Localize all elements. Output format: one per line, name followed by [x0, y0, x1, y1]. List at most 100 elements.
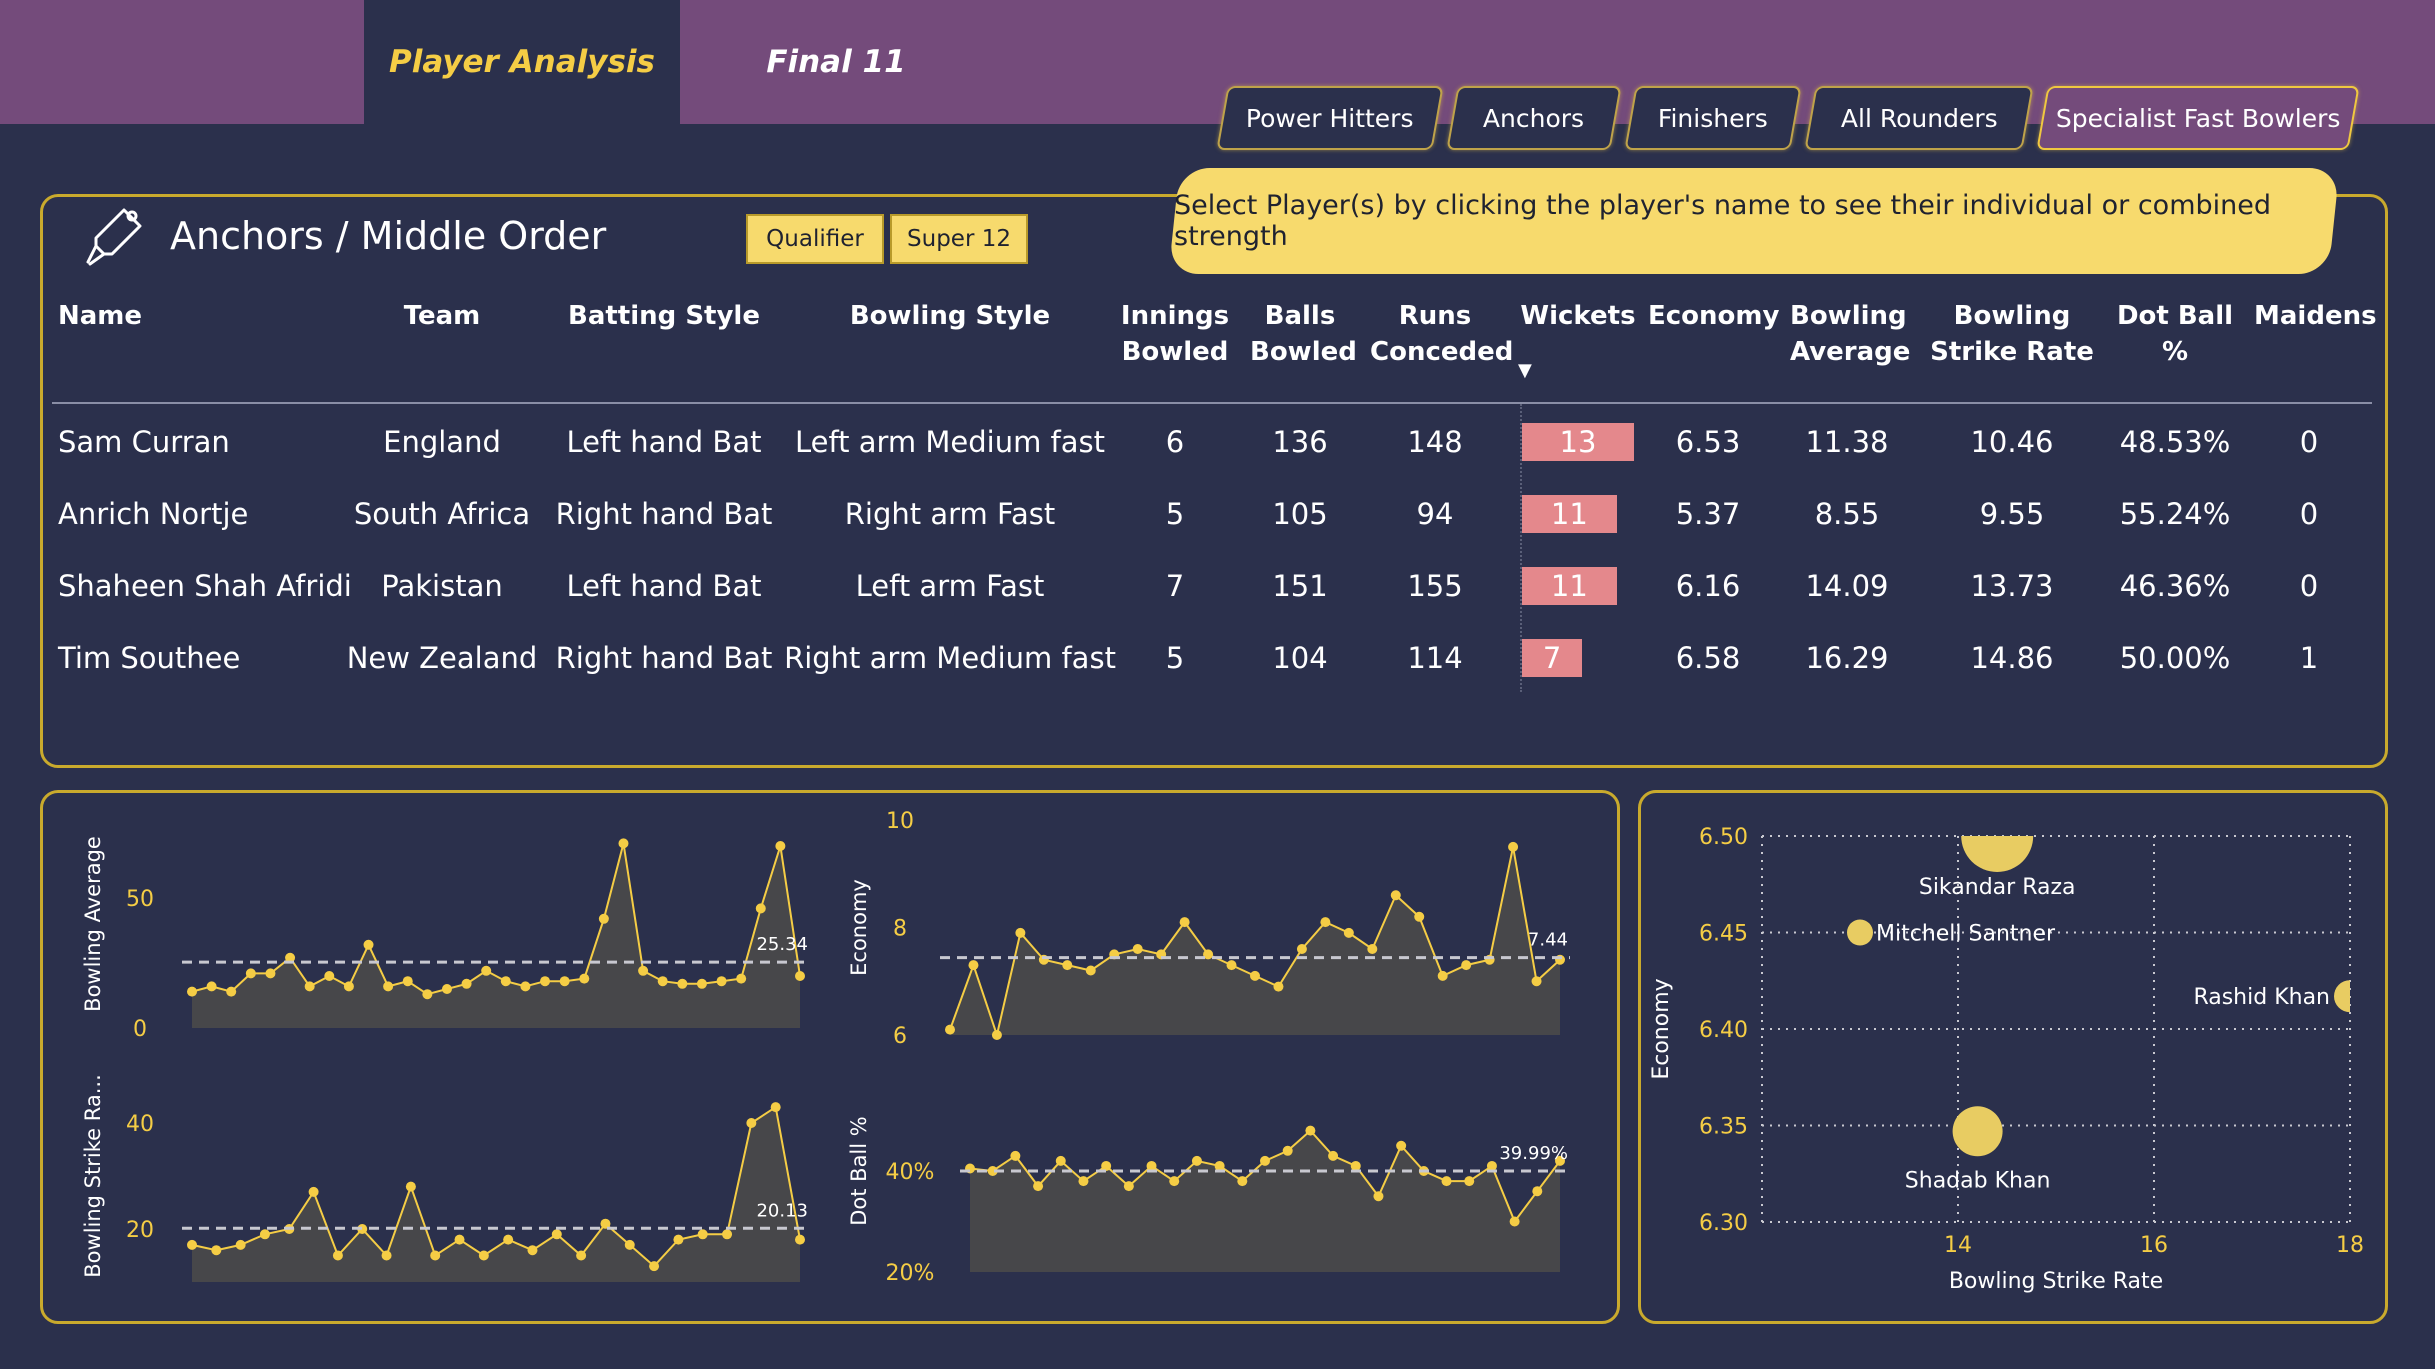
data-point [1508, 841, 1519, 852]
data-point [624, 1239, 635, 1250]
data-point [551, 1229, 562, 1240]
data-point [454, 1234, 465, 1245]
data-point [226, 986, 237, 997]
data-point [1237, 1176, 1248, 1187]
data-point [657, 976, 668, 987]
data-point [598, 913, 609, 924]
average-label: 25.34 [756, 934, 808, 955]
data-point [1101, 1160, 1112, 1171]
data-point [1085, 965, 1096, 976]
data-point [716, 976, 727, 987]
data-point [259, 1229, 270, 1240]
data-point [1282, 1145, 1293, 1156]
average-label: 39.99% [1499, 1143, 1568, 1164]
data-point [422, 989, 433, 1000]
y-tick-label: 50 [126, 887, 154, 912]
data-point [1015, 927, 1026, 938]
y-tick-label: 0 [133, 1017, 147, 1042]
data-point [1396, 1140, 1407, 1151]
average-label: 20.13 [756, 1200, 808, 1221]
data-point [722, 1229, 733, 1240]
data-point [1123, 1181, 1134, 1192]
y-axis-label: Bowling Strike Ra... [81, 1074, 105, 1277]
data-point [1390, 890, 1401, 901]
data-point [775, 841, 786, 851]
data-point [1320, 917, 1331, 928]
data-point [308, 1186, 319, 1197]
data-point [1367, 944, 1378, 954]
y-tick-label: 10 [886, 809, 914, 834]
data-point [245, 968, 256, 979]
data-point [770, 1102, 781, 1113]
y-axis-label: Dot Ball % [847, 1116, 871, 1226]
data-point [332, 1250, 343, 1261]
data-point [1179, 917, 1190, 928]
data-point [1260, 1155, 1270, 1166]
y-axis-label: Economy [847, 879, 871, 976]
data-point [736, 973, 747, 984]
data-point [206, 981, 217, 992]
data-point [503, 1234, 514, 1245]
data-point [1305, 1125, 1316, 1136]
data-point [265, 968, 276, 979]
y-tick-label: 20% [886, 1261, 935, 1286]
data-point [1191, 1155, 1202, 1166]
y-tick-label: 6 [893, 1024, 907, 1049]
data-point [1486, 1160, 1497, 1171]
data-point [638, 965, 649, 976]
data-point [441, 984, 452, 994]
data-point [1078, 1176, 1089, 1187]
data-point [187, 1239, 197, 1250]
data-point [1464, 1176, 1475, 1187]
data-point [1373, 1191, 1384, 1202]
data-point [1350, 1160, 1361, 1171]
data-point [363, 939, 374, 950]
data-point [1033, 1181, 1044, 1192]
data-point [1250, 970, 1260, 981]
area-fill [970, 1130, 1560, 1272]
data-point [1132, 944, 1143, 954]
data-point [461, 978, 472, 989]
data-point [1146, 1160, 1157, 1171]
y-tick-label: 20 [126, 1218, 154, 1243]
data-point [1532, 1186, 1543, 1197]
data-point [1169, 1176, 1180, 1187]
data-point [381, 1250, 392, 1261]
data-point [520, 981, 531, 992]
data-point [1214, 1160, 1225, 1171]
data-point [755, 903, 766, 914]
average-label: 7.44 [1528, 930, 1568, 951]
data-point [1273, 981, 1284, 992]
data-point [324, 971, 335, 981]
data-point [1062, 960, 1073, 971]
data-point [1328, 1150, 1339, 1161]
data-point [1055, 1155, 1066, 1166]
scatter-panel [1638, 790, 2388, 1324]
data-point [343, 981, 354, 992]
data-point [235, 1239, 246, 1250]
data-point [968, 960, 979, 971]
line-chart-1: 7.44 10 8 6 Economy [847, 809, 1570, 1049]
data-point [1509, 1216, 1520, 1227]
area-fill [950, 846, 1560, 1035]
data-point [576, 1250, 587, 1261]
data-point [618, 838, 629, 849]
data-point [430, 1250, 441, 1261]
data-point [1010, 1150, 1021, 1161]
data-point [1437, 970, 1448, 981]
area-fill [192, 1107, 800, 1282]
line-chart-2: 20.13 40 20 Bowling Strike Ra... [81, 1074, 810, 1282]
area-fill [192, 843, 800, 1028]
data-point [1343, 927, 1354, 938]
data-point [527, 1245, 538, 1256]
data-point [1296, 944, 1307, 954]
data-point [649, 1261, 660, 1272]
data-point [1531, 976, 1542, 987]
data-point [402, 976, 413, 987]
line-chart-3: 39.99% 40% 20% Dot Ball % [847, 1116, 1570, 1286]
data-point [383, 981, 394, 992]
y-axis-label: Bowling Average [81, 836, 105, 1012]
data-point [500, 976, 511, 987]
data-point [746, 1118, 757, 1128]
data-point [579, 973, 590, 984]
